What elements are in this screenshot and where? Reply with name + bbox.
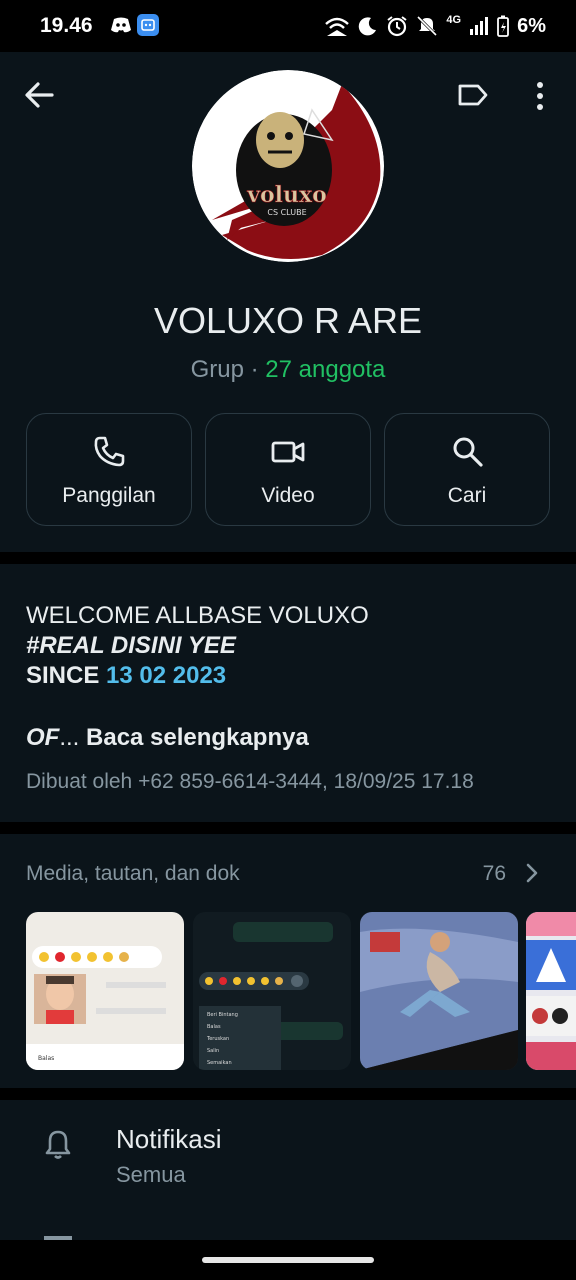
thumbnail-menu-item: Beri Bintang xyxy=(207,1012,238,1018)
status-time: 19.46 xyxy=(40,14,93,37)
ellipsis: ... xyxy=(59,724,80,751)
media-count[interactable]: 76 xyxy=(483,862,506,886)
created-by-text: Dibuat oleh +62 859-6614-3444, 18/09/25 … xyxy=(26,770,474,793)
signal-icon xyxy=(470,17,489,35)
game-screenshot-image xyxy=(360,912,518,1070)
battery-level: 6% xyxy=(517,14,546,37)
back-arrow-icon[interactable] xyxy=(22,78,56,112)
action-buttons: Panggilan Video Cari xyxy=(26,413,550,526)
media-thumbnail[interactable] xyxy=(360,912,518,1070)
search-icon xyxy=(453,437,483,467)
media-thumbnail[interactable]: Balas xyxy=(26,912,184,1070)
section-divider xyxy=(0,822,576,834)
alarm-icon xyxy=(387,16,408,37)
notifications-title: Notifikasi xyxy=(116,1124,222,1154)
search-button-label: Cari xyxy=(447,484,487,507)
chat-screenshot-dark-image: Beri Bintang Balas Teruskan Salin Semaik… xyxy=(193,912,351,1070)
media-thumbnail[interactable]: Beri Bintang Balas Teruskan Salin Semaik… xyxy=(193,912,351,1070)
group-description[interactable]: WELCOME ALLBASE VOLUXO #REAL DISINI YEE … xyxy=(0,564,576,822)
section-divider xyxy=(0,1088,576,1100)
hotspot-icon xyxy=(325,17,350,36)
status-icons: 4G 6% xyxy=(324,14,546,38)
thumbnail-menu-item: Teruskan xyxy=(206,1036,229,1042)
home-gesture-handle[interactable] xyxy=(202,1257,374,1263)
label-tag-icon[interactable] xyxy=(457,82,489,108)
group-avatar[interactable]: voluxo CS CLUBE xyxy=(192,70,384,262)
chat-screenshot-image: Balas xyxy=(26,912,184,1070)
group-type: Grup xyxy=(190,356,244,383)
thumbnail-menu-item: Semaikan xyxy=(207,1060,232,1066)
group-header: voluxo CS CLUBE VOLUXO R ARE Grup · 27 a… xyxy=(0,52,576,552)
since-date-link[interactable]: 13 02 2023 xyxy=(106,662,226,689)
notifications-value: Semua xyxy=(116,1162,186,1187)
notifications-setting[interactable]: Notifikasi Semua xyxy=(0,1100,576,1240)
chevron-right-icon[interactable] xyxy=(524,862,540,884)
more-options-icon[interactable] xyxy=(530,80,550,112)
media-thumbnail[interactable] xyxy=(526,912,576,1070)
phone-icon xyxy=(94,436,125,467)
call-button-label: Panggilan xyxy=(62,484,156,507)
system-navigation-bar xyxy=(0,1240,576,1280)
thumbnail-menu-item: Balas xyxy=(207,1024,221,1030)
media-title[interactable]: Media, tautan, dan dok xyxy=(26,862,240,886)
thumbnail-menu-item: Balas xyxy=(38,1055,54,1062)
description-line-2: #REAL DISINI YEE xyxy=(26,632,236,659)
description-truncated-text: OF xyxy=(26,724,60,751)
video-icon xyxy=(271,441,305,463)
group-name: VOLUXO R ARE xyxy=(153,300,423,341)
bell-icon xyxy=(45,1130,71,1159)
app-notification-icon xyxy=(137,14,159,36)
member-count[interactable]: 27 anggota xyxy=(265,356,385,383)
avatar-logo-subtext: CS CLUBE xyxy=(267,208,306,217)
do-not-disturb-moon-icon xyxy=(359,17,377,36)
description-line-4: OF... Baca selengkapnya xyxy=(26,724,309,752)
section-divider xyxy=(0,552,576,564)
call-button[interactable]: Panggilan xyxy=(26,413,192,526)
network-type: 4G xyxy=(446,14,462,26)
description-line-1: WELCOME ALLBASE VOLUXO xyxy=(26,602,369,629)
avatar-logo-text: voluxo xyxy=(246,182,327,208)
muted-bell-icon xyxy=(417,15,438,37)
group-subtitle[interactable]: Grup · 27 anggota xyxy=(0,356,576,384)
search-button[interactable]: Cari xyxy=(384,413,550,526)
since-label: SINCE xyxy=(26,662,107,689)
group-logo-image: voluxo CS CLUBE xyxy=(192,70,384,262)
battery-icon xyxy=(497,15,509,37)
subtitle-separator: · xyxy=(243,356,266,383)
video-button[interactable]: Video xyxy=(205,413,371,526)
poster-image xyxy=(526,912,576,1070)
read-more-link[interactable]: Baca selengkapnya xyxy=(86,724,309,751)
video-button-label: Video xyxy=(261,484,315,507)
thumbnail-menu-item: Salin xyxy=(207,1048,219,1054)
description-line-3: SINCE 13 02 2023 xyxy=(26,662,226,690)
media-section: Media, tautan, dan dok 76 Balas Beri Bin… xyxy=(0,834,576,1088)
discord-icon xyxy=(111,17,131,33)
status-bar: 19.46 4G 6% xyxy=(0,0,576,52)
